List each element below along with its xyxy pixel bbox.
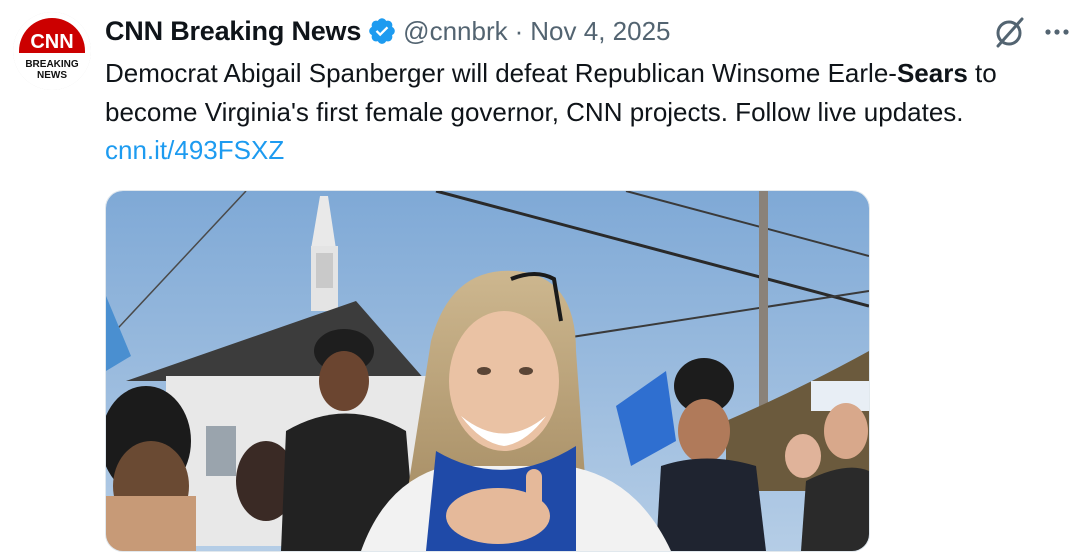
grok-icon[interactable] [992,15,1028,49]
tweet-text-bold: Sears [896,58,968,88]
more-icon[interactable] [1040,15,1074,49]
separator-dot: · [514,15,524,46]
avatar-line2-text: NEWS [37,70,67,81]
tweet-link[interactable]: cnn.it/493FSXZ [105,135,284,165]
tweet-photo[interactable] [105,190,870,552]
avatar[interactable]: CNN BREAKING NEWS [13,12,91,90]
display-name[interactable]: CNN Breaking News [105,16,361,47]
tweet-header: CNN Breaking News @cnnbrk · Nov 4, 2025 [105,13,961,49]
tweet-text-part1: Democrat Abigail Spanberger will defeat … [105,58,897,88]
avatar-line1-text: BREAKING [25,59,79,70]
verified-badge-icon[interactable] [367,16,397,46]
account-handle[interactable]: @cnnbrk [403,16,507,47]
avatar-logo-text: CNN [30,31,73,53]
tweet-date[interactable]: Nov 4, 2025 [530,16,670,47]
tweet-text: Democrat Abigail Spanberger will defeat … [105,54,1071,170]
